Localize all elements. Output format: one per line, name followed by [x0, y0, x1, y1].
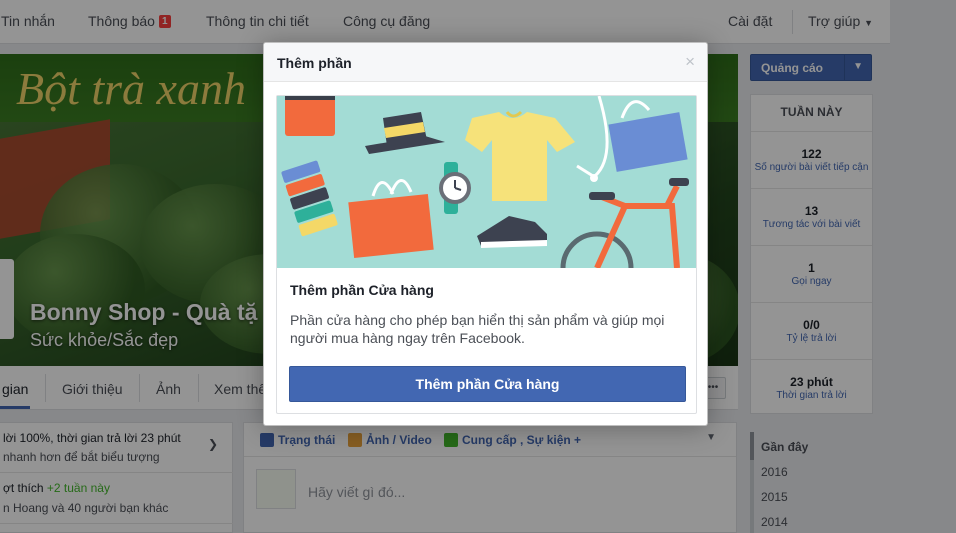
add-section-dialog: Thêm phần × Thêm phần Cửa hàng Phần cửa … [263, 42, 708, 426]
add-shop-section-button[interactable]: Thêm phần Cửa hàng [289, 366, 686, 402]
close-icon[interactable]: × [685, 53, 695, 70]
card-title: Thêm phần Cửa hàng [290, 282, 434, 298]
card-description: Phần cửa hàng cho phép bạn hiển thị sản … [290, 312, 665, 346]
dialog-title: Thêm phần [277, 55, 352, 71]
shop-section-card: Thêm phần Cửa hàng Phần cửa hàng cho phé… [276, 95, 697, 414]
shop-illustration [277, 96, 696, 268]
dialog-header: Thêm phần × [264, 43, 707, 82]
shop-illustration-graphic [277, 96, 696, 268]
